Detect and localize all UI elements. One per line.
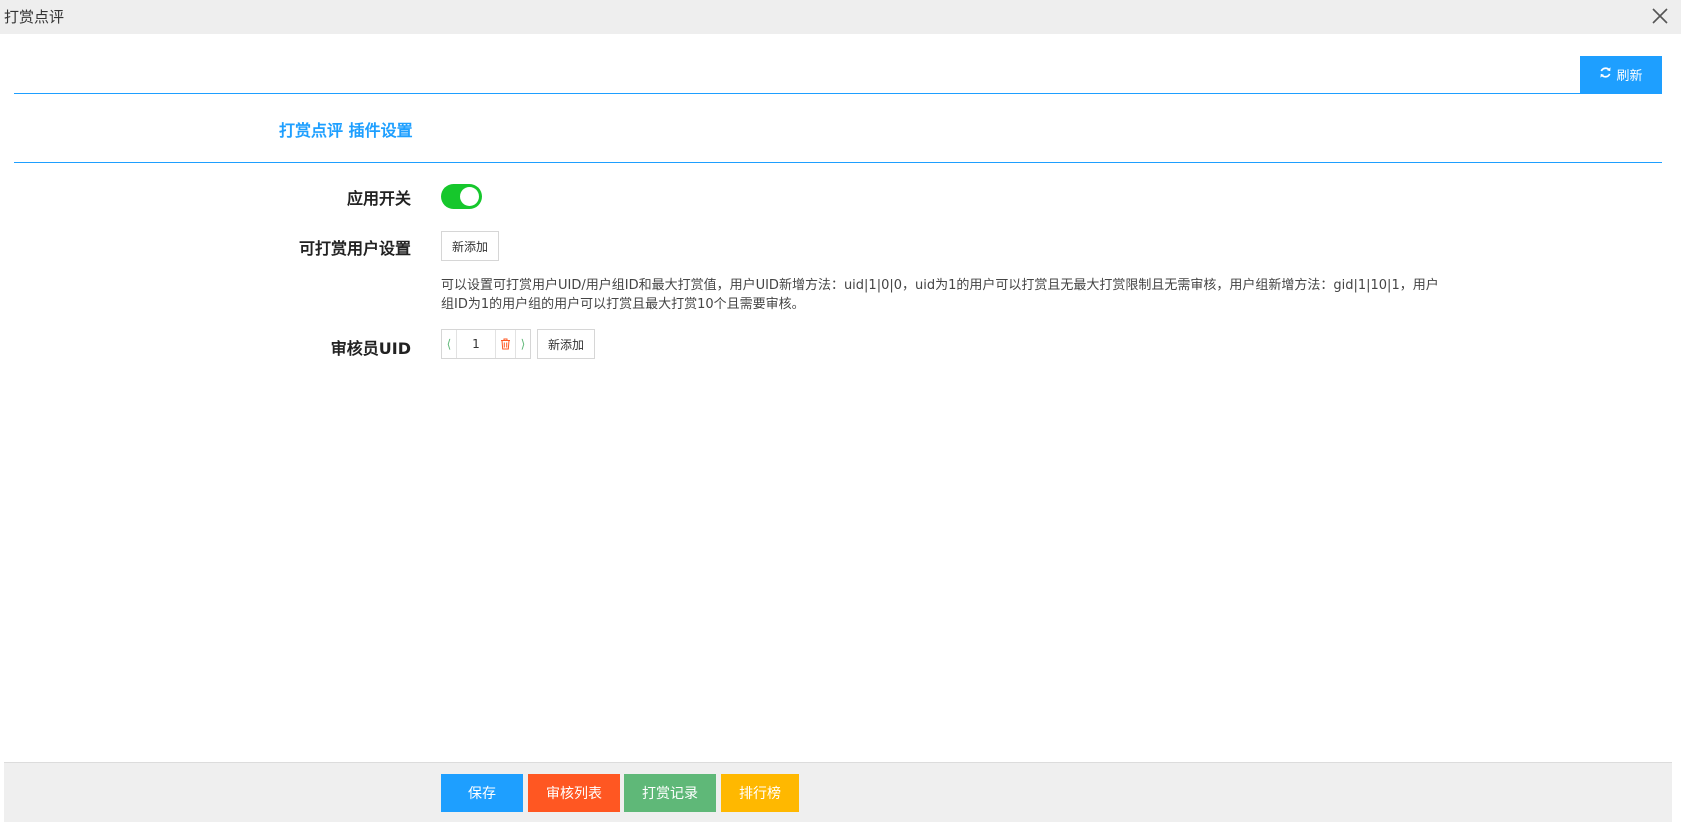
footer-bar <box>4 762 1672 822</box>
add-reward-user-button[interactable]: 新添加 <box>441 231 499 261</box>
switch-knob <box>460 187 479 206</box>
divider-top <box>14 93 1662 94</box>
app-switch-label: 应用开关 <box>346 189 411 208</box>
refresh-button[interactable]: 刷新 <box>1580 56 1662 93</box>
divider-section <box>14 162 1662 163</box>
window-title: 打赏点评 <box>4 8 65 26</box>
move-right-icon[interactable]: ⟩ <box>515 330 530 358</box>
section-title: 打赏点评 插件设置 <box>279 121 413 140</box>
move-left-icon[interactable]: ⟨ <box>442 330 457 358</box>
save-button[interactable]: 保存 <box>441 774 523 812</box>
close-icon[interactable] <box>1650 6 1670 26</box>
reward-users-label: 可打赏用户设置 <box>298 239 411 258</box>
app-switch-toggle[interactable] <box>441 184 482 209</box>
ranking-button[interactable]: 排行榜 <box>721 774 799 812</box>
refresh-icon <box>1599 66 1612 83</box>
refresh-label: 刷新 <box>1616 69 1643 84</box>
help-line-1: 可以设置可打赏用户UID/用户组ID和最大打赏值，用户UID新增方法：uid|1… <box>441 278 1439 293</box>
reviewer-uid-label: 审核员UID <box>330 339 411 358</box>
trash-icon[interactable] <box>495 330 515 358</box>
add-reviewer-button[interactable]: 新添加 <box>537 329 595 359</box>
window-titlebar: 打赏点评 <box>0 0 1681 34</box>
reward-log-button[interactable]: 打赏记录 <box>624 774 716 812</box>
reviewer-uid-tag: ⟨ ⟩ <box>441 329 531 359</box>
review-list-button[interactable]: 审核列表 <box>528 774 620 812</box>
help-line-2: 组ID为1的用户组的用户可以打赏且最大打赏10个且需要审核。 <box>441 297 805 312</box>
reward-users-help: 可以设置可打赏用户UID/用户组ID和最大打赏值，用户UID新增方法：uid|1… <box>441 276 1511 314</box>
reviewer-uid-input[interactable] <box>457 330 495 358</box>
